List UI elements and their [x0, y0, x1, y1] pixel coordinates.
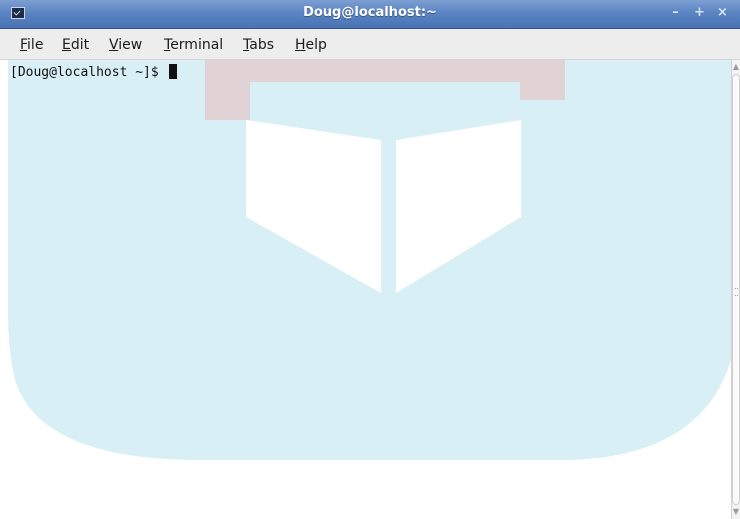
menu-file-mnemonic: F	[20, 37, 28, 53]
grip-icon	[735, 288, 738, 296]
menu-edit[interactable]: Edit	[62, 37, 89, 53]
terminal-window: Doug@localhost:~ – + × File Edit View Te…	[0, 0, 740, 519]
maximize-button[interactable]: +	[690, 4, 709, 22]
menu-view-mnemonic: V	[109, 37, 119, 53]
menu-file[interactable]: File	[20, 37, 43, 53]
menu-view-label: iew	[118, 37, 143, 53]
menu-file-label: ile	[27, 37, 44, 53]
scrollbar-thumb[interactable]	[732, 74, 740, 505]
menu-tabs[interactable]: Tabs	[243, 37, 274, 53]
close-button[interactable]: ×	[713, 4, 732, 22]
menu-terminal[interactable]: Terminal	[164, 37, 223, 53]
window-title: Doug@localhost:~	[303, 5, 437, 20]
menu-help-label: elp	[305, 37, 327, 53]
menu-help-mnemonic: H	[295, 37, 306, 53]
menu-terminal-label: erminal	[170, 37, 224, 53]
menu-tabs-label: abs	[249, 37, 274, 53]
title-bar[interactable]: Doug@localhost:~ – + ×	[0, 0, 740, 29]
menu-view[interactable]: View	[109, 37, 142, 53]
menu-edit-label: dit	[70, 37, 90, 53]
vertical-scrollbar[interactable]: ▲ ▼	[731, 60, 740, 519]
shell-prompt: [Doug@localhost ~]$	[10, 64, 177, 81]
menu-edit-mnemonic: E	[62, 37, 71, 53]
menu-bar: File Edit View Terminal Tabs Help	[0, 29, 740, 60]
terminal-output[interactable]: [Doug@localhost ~]$	[0, 60, 731, 519]
prompt-text: [Doug@localhost ~]$	[10, 65, 167, 80]
minimize-button[interactable]: –	[666, 4, 685, 22]
menu-help[interactable]: Help	[295, 37, 327, 53]
watermark-logo	[8, 60, 731, 460]
scroll-up-arrow-icon[interactable]: ▲	[732, 62, 740, 72]
scroll-down-arrow-icon[interactable]: ▼	[732, 507, 740, 517]
text-cursor	[168, 64, 177, 79]
